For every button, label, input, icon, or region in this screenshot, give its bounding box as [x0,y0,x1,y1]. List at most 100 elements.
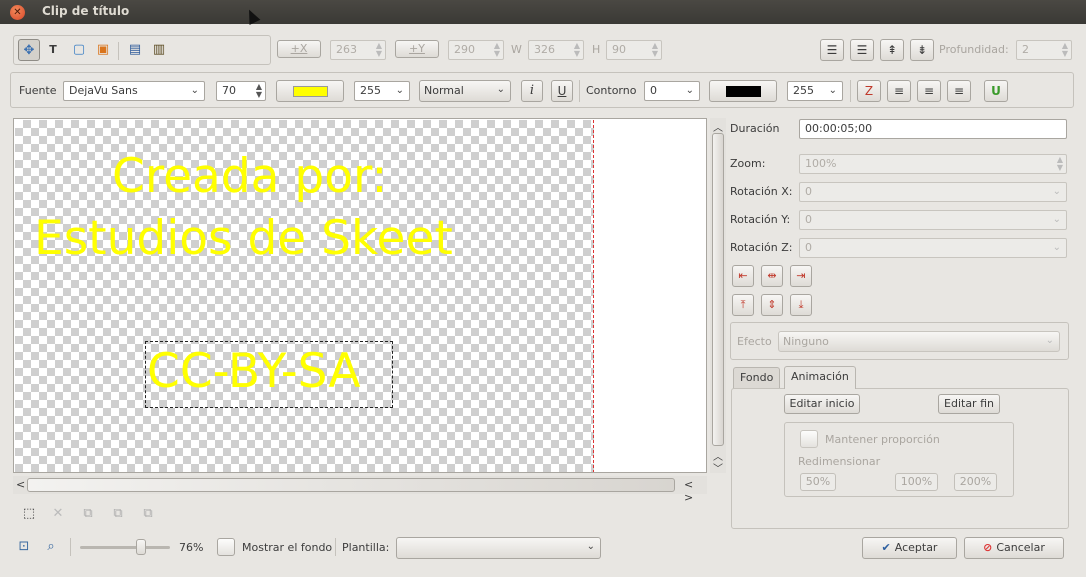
align-text-right-icon[interactable]: ≡ [947,80,971,102]
select-icon[interactable]: ✥ [18,39,40,61]
font-color-button[interactable] [276,80,344,102]
tab-animacion[interactable]: Animación [784,366,856,389]
cancel-icon: ⊘ [983,541,993,554]
align-vcenter-icon[interactable]: ⇟ [910,39,934,61]
align-left-icon[interactable]: ☰ [820,39,844,61]
chevron-down-icon: ⌄ [496,84,505,95]
align-hcenter-icon[interactable]: ☰ [850,39,874,61]
align-center-v-icon[interactable]: ⇕ [761,294,783,316]
x-button[interactable]: +X [277,40,321,58]
resize-50-button[interactable]: 50% [800,473,836,491]
horizontal-scrollbar[interactable]: < < > [13,476,707,504]
edit-end-button[interactable]: Editar fin [938,394,1000,414]
align-left-edge-icon[interactable]: ⇤ [732,265,754,287]
size-spinbox[interactable]: 70 ▲ ▼ [216,81,266,101]
spin-arrows-icon: ▲ ▼ [651,41,658,58]
outline-color-button[interactable] [709,80,777,102]
underline-button[interactable]: U [551,80,573,102]
close-icon[interactable]: ✕ [10,5,25,20]
outline-alpha-combo[interactable]: 255 ⌄ [787,81,843,101]
align-right-edge-icon[interactable]: ⇥ [790,265,812,287]
depth-label: Profundidad: [939,43,1009,56]
vertical-scrollbar[interactable]: ︿ ︿ ﹀ [710,118,726,475]
edit-start-button[interactable]: Editar inicio [784,394,860,414]
zoom-spinbox[interactable]: 100% ▲ ▼ [799,154,1067,174]
zoom-label: Zoom: [730,157,766,170]
rotation-y-label: Rotación Y: [730,213,791,226]
insert-icon[interactable]: U [984,80,1008,102]
rotation-y-combo[interactable]: 0 ⌄ [799,210,1067,230]
canvas-text-line1[interactable]: Creada por: [112,149,387,204]
zoom-fit-icon[interactable]: ⊡ [13,536,35,558]
weight-combo[interactable]: Normal ⌄ [419,80,511,102]
title-canvas[interactable]: Creada por: Estudios de Skeet CC-BY-SA [13,118,707,473]
resize-label: Redimensionar [798,455,881,468]
align-bottom-edge-icon[interactable]: ⤓ [790,294,812,316]
y-spinbox[interactable]: 290 ▲ ▼ [448,40,504,60]
image-icon[interactable]: ▣ [92,39,114,61]
scroll-up-icon[interactable]: ︿ [713,119,723,134]
font-alpha-combo[interactable]: 255 ⌄ [354,81,410,101]
lower-icon[interactable]: ⧉ [137,503,159,525]
horizontal-scroll-thumb[interactable] [27,478,675,492]
resize-200-button[interactable]: 200% [954,473,997,491]
depth-spinbox[interactable]: 2 ▲ ▼ [1016,40,1072,60]
align-center-h-icon[interactable]: ⇹ [761,265,783,287]
outline-combo[interactable]: 0 ⌄ [644,81,700,101]
y-button[interactable]: +Y [395,40,439,58]
vertical-scroll-thumb[interactable] [712,133,724,446]
zoom-icon[interactable]: ⌕ [40,536,62,558]
weight-value: Normal [424,84,464,97]
align-text-left-icon[interactable]: ≡ [887,80,911,102]
group-icon[interactable]: ⧉ [77,503,99,525]
w-spinbox[interactable]: 326 ▲ ▼ [528,40,584,60]
font-combo[interactable]: DejaVu Sans ⌄ [63,81,205,101]
x-spinbox[interactable]: 263 ▲ ▼ [330,40,386,60]
zoom-slider[interactable] [80,539,170,555]
rotation-z-combo[interactable]: 0 ⌄ [799,238,1067,258]
tab-fondo[interactable]: Fondo [733,367,781,389]
italic-button[interactable]: i [521,80,543,102]
open-icon[interactable]: ▥ [148,39,170,61]
rotation-x-combo[interactable]: 0 ⌄ [799,182,1067,202]
outline-label: Contorno [586,84,637,97]
chevron-down-icon: ⌄ [190,85,199,96]
h-value: 90 [612,43,626,56]
chevron-down-icon: ⌄ [586,541,595,552]
align-top-icon[interactable]: ⇞ [880,39,904,61]
select-all-icon[interactable]: ⬚ [18,503,40,525]
spin-arrows-icon: ▲ ▼ [255,82,262,99]
rotation-x-label: Rotación X: [730,185,793,198]
align-text-center-icon[interactable]: ≡ [917,80,941,102]
keep-ratio-checkbox[interactable] [800,430,818,448]
save-icon[interactable]: ▤ [124,39,146,61]
text-icon[interactable]: T [42,39,64,61]
check-icon: ✔ [881,541,891,554]
effect-combo[interactable]: Ninguno ⌄ [778,331,1060,352]
duration-field[interactable]: 00:00:05;00 [799,119,1067,139]
cancel-button[interactable]: ⊘ Cancelar [964,537,1064,559]
scroll-left-icon[interactable]: < [16,478,25,491]
template-label: Plantilla: [342,541,390,554]
h-spinbox[interactable]: 90 ▲ ▼ [606,40,662,60]
raise-icon[interactable]: ⧉ [107,503,129,525]
align-top-edge-icon[interactable]: ⤒ [732,294,754,316]
gradient-icon[interactable]: Z [857,80,881,102]
delete-icon[interactable]: ✕ [47,503,69,525]
zoom-slider-thumb[interactable] [136,539,146,555]
show-background-checkbox[interactable] [217,538,235,556]
canvas-text-line2[interactable]: Estudios de Skeet [34,211,453,266]
rect-icon[interactable]: ▢ [68,39,90,61]
accept-button[interactable]: ✔ Aceptar [862,537,957,559]
accept-label: Aceptar [894,541,938,554]
scroll-right-icon[interactable]: < > [684,478,707,504]
selection-box[interactable] [145,341,393,408]
outline-color-swatch [726,86,761,97]
resize-100-button[interactable]: 100% [895,473,938,491]
chevron-down-icon: ⌄ [828,85,837,96]
template-combo[interactable]: ⌄ [396,537,601,559]
title-bar: ✕ Clip de título [0,0,1086,24]
chevron-down-icon: ⌄ [1052,186,1061,197]
scroll-down-icon[interactable]: ﹀ [713,460,723,475]
spin-arrows-icon: ▲ ▼ [573,41,580,58]
